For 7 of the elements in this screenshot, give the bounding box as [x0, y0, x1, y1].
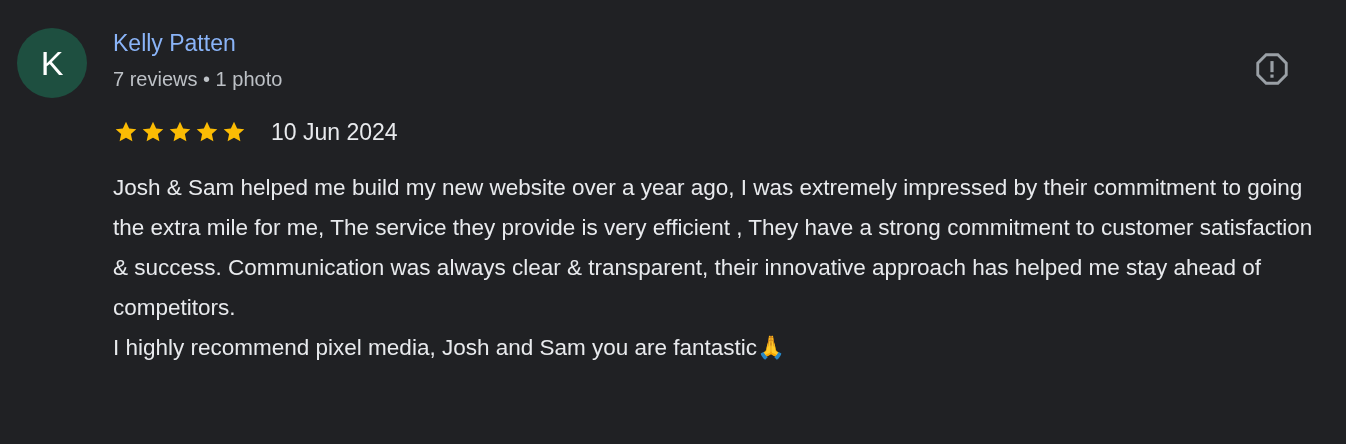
avatar[interactable]: K [17, 28, 87, 98]
report-icon[interactable] [1253, 50, 1291, 88]
reviewer-name[interactable]: Kelly Patten [113, 25, 283, 61]
reviewer-stats: 7 reviews • 1 photo [113, 67, 283, 92]
review-text: Josh & Sam helped me build my new website over a year ago, I was extremely impressed by their commitment to going the extra mile for me, The service they provide is very efficient , They have a strong commitment to customer satisfaction & success. Communication was always clear & transparent, their innovative approach has helped me stay ahead of competitors. [113, 173, 1313, 322]
review-text: I highly recommend pixel media, Josh and Sam you are fantastic🙏 [113, 333, 787, 362]
review-date: 10 Jun 2024 [271, 118, 398, 147]
